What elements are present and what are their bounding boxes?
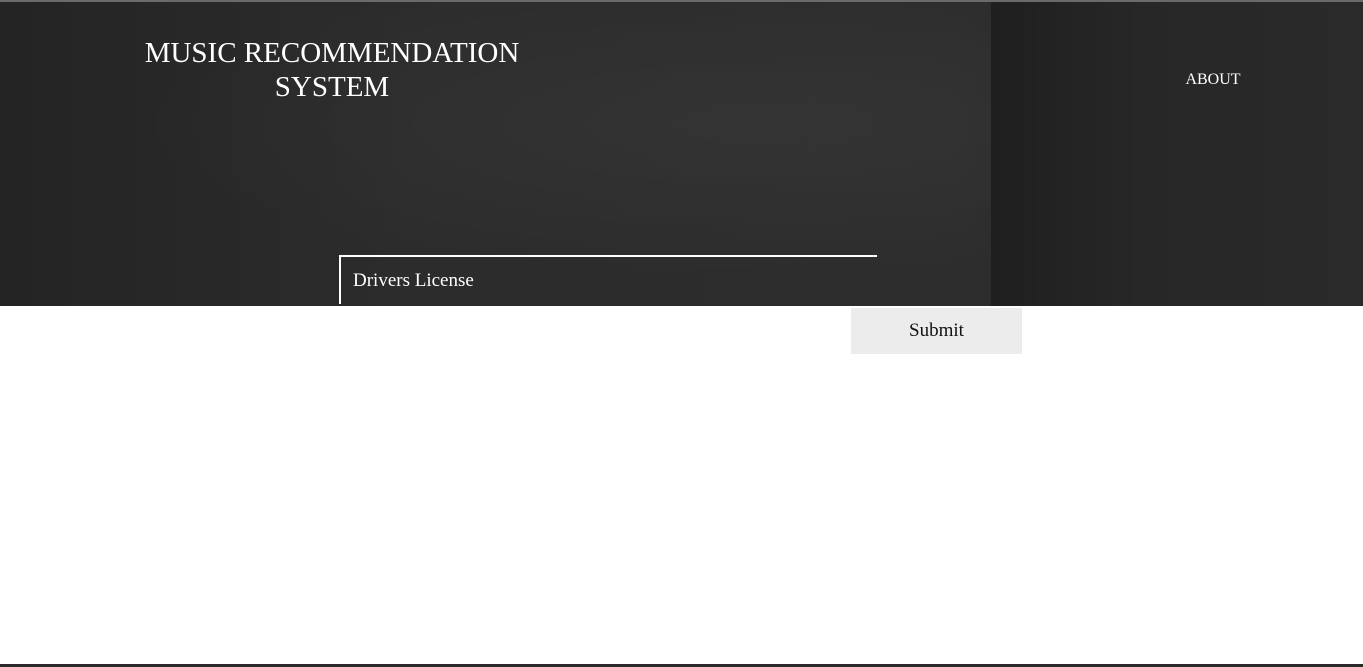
hero-right-panel [991,2,1363,306]
nav-about-link[interactable]: ABOUT [1170,70,1256,90]
submit-button[interactable]: Submit [851,308,1022,354]
page: MUSIC RECOMMENDATION SYSTEM ABOUT Submit [0,0,1363,667]
song-search-input[interactable] [339,255,877,304]
site-title: MUSIC RECOMMENDATION SYSTEM [144,37,520,103]
